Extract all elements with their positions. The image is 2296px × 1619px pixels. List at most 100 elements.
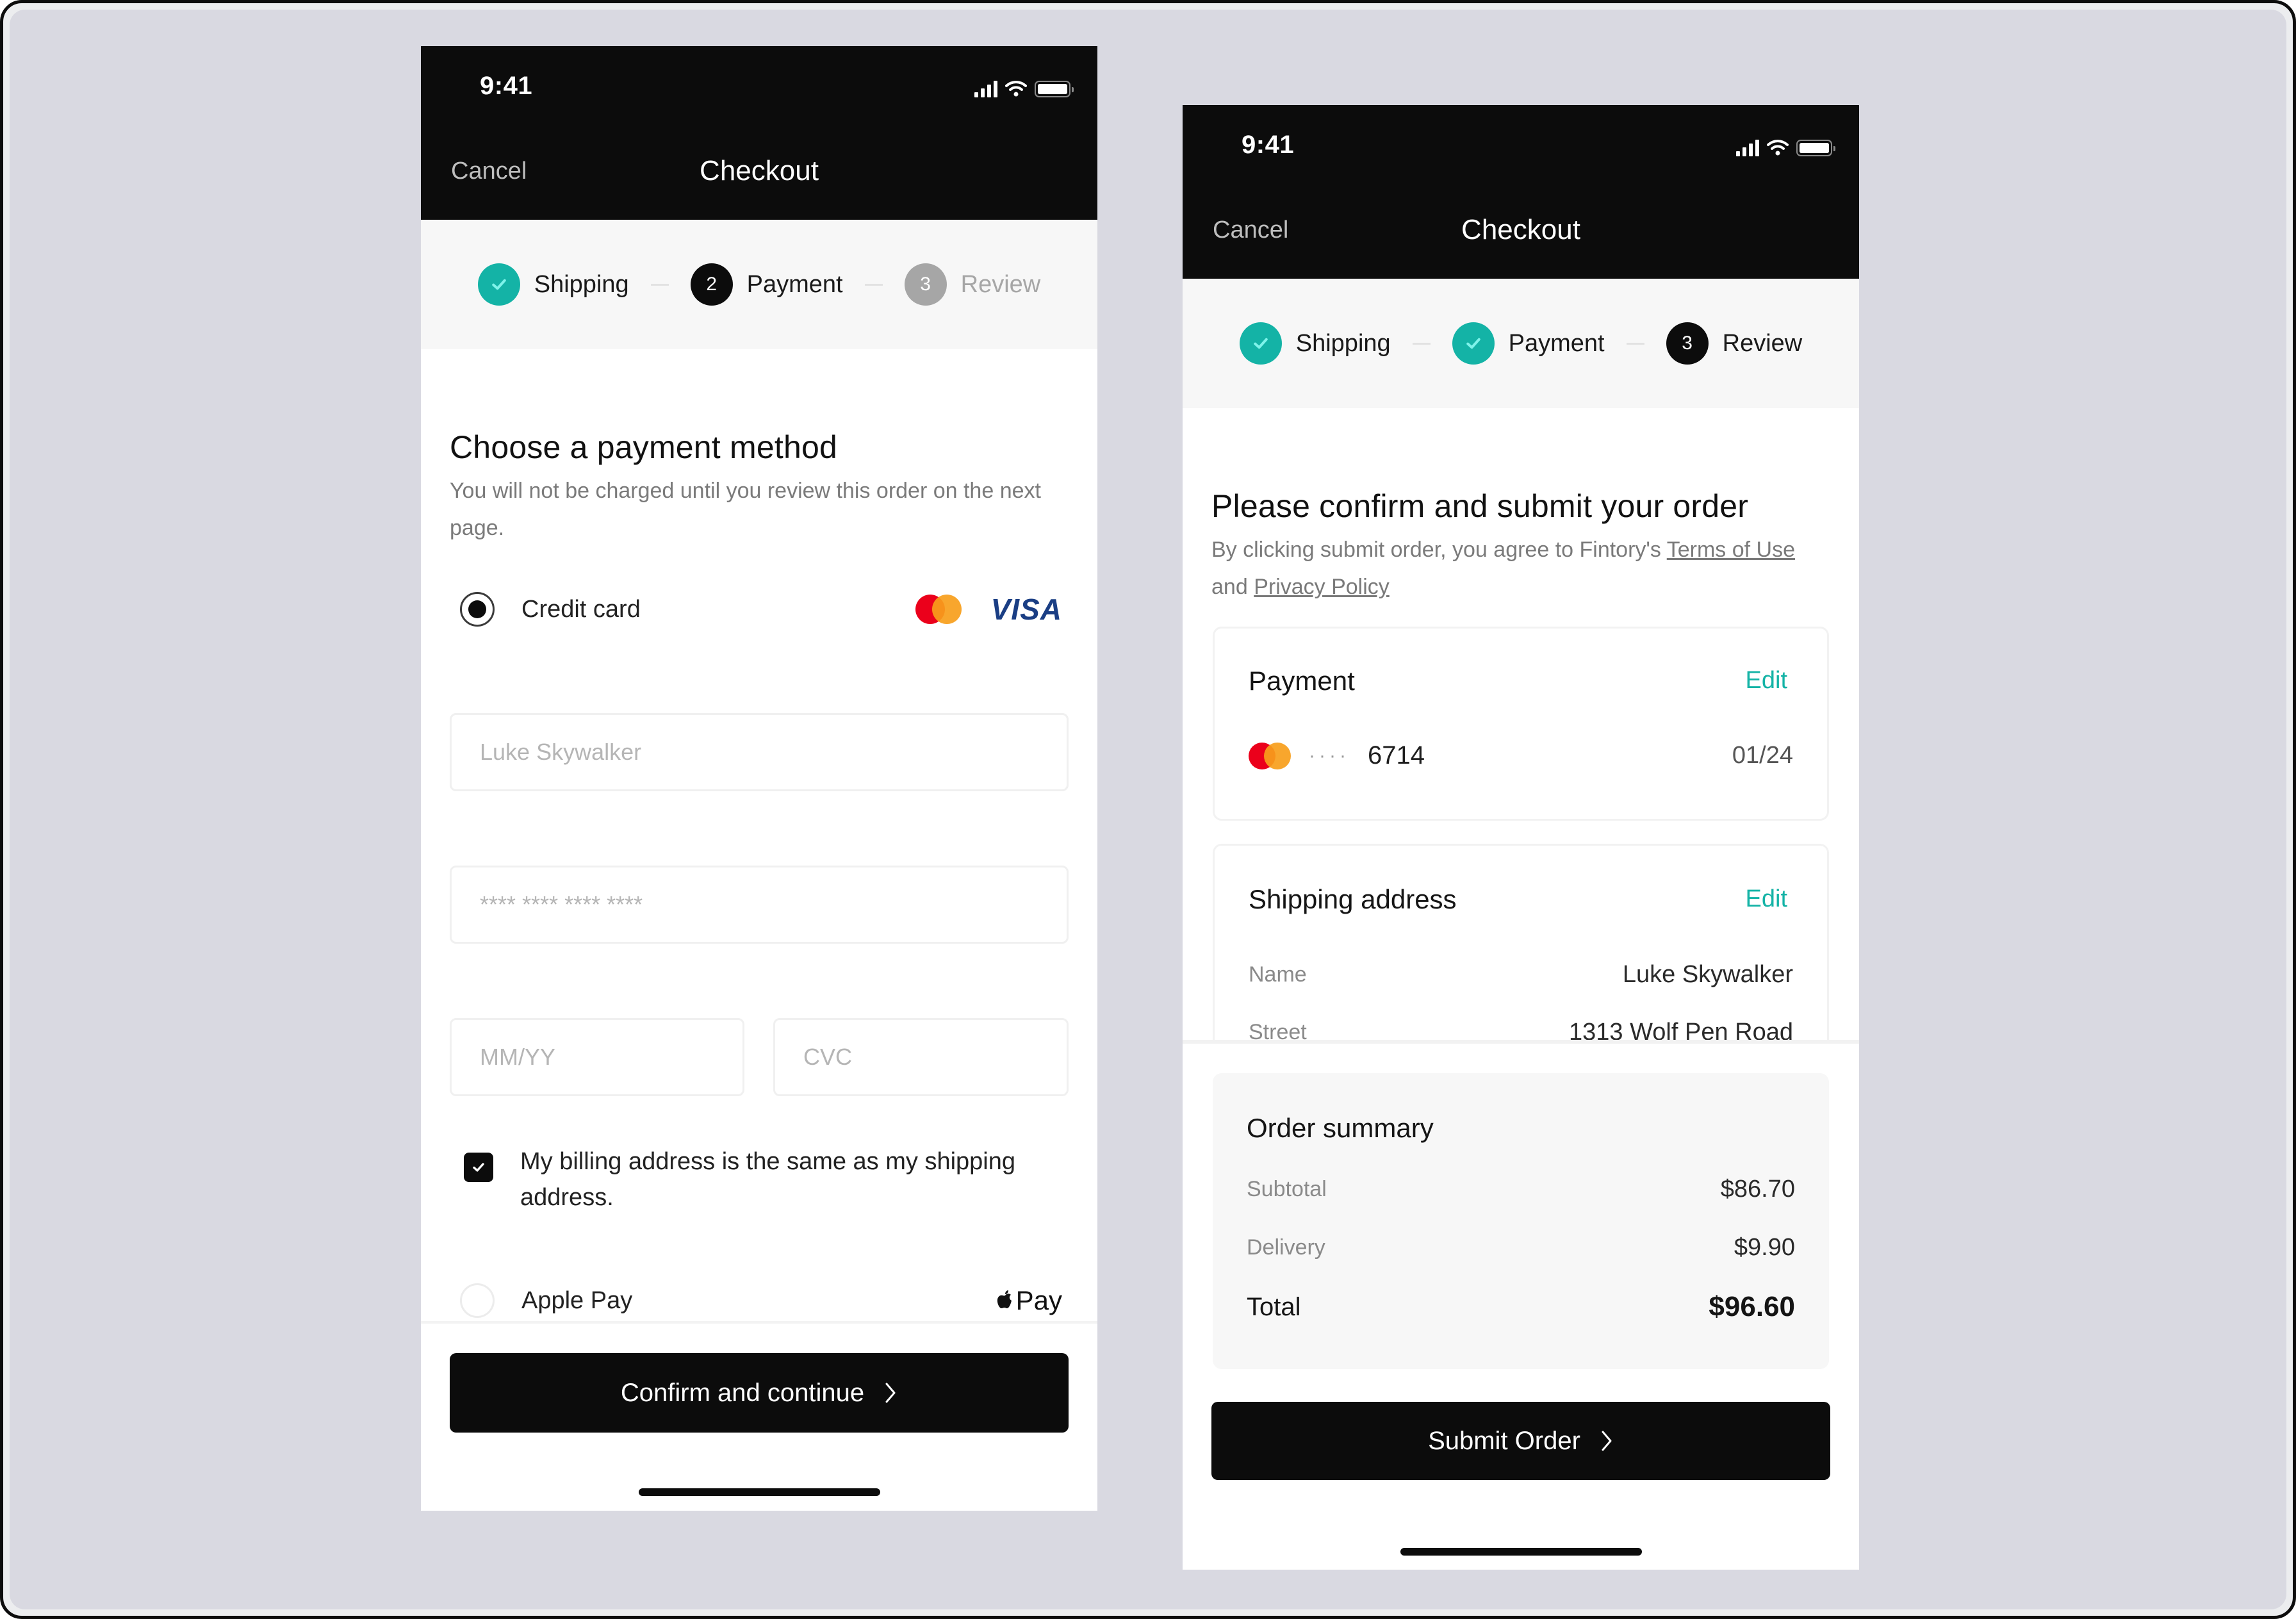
- step-payment[interactable]: Payment: [1452, 322, 1605, 365]
- section-subtitle: You will not be charged until you review…: [450, 479, 1041, 540]
- step-separator: [1626, 342, 1644, 345]
- row-key: Subtotal: [1247, 1177, 1327, 1201]
- apple-pay-logo: Pay: [996, 1285, 1062, 1316]
- signal-icon: [1736, 140, 1759, 156]
- signal-icon: [974, 81, 997, 97]
- terms-text: By clicking submit order, you agree to F…: [1211, 531, 1830, 605]
- name-on-card-input[interactable]: [480, 739, 1067, 766]
- billing-same-label: My billing address is the same as my shi…: [520, 1148, 1016, 1211]
- masked-dots: ····: [1309, 744, 1350, 766]
- option-label: Credit card: [521, 595, 641, 623]
- card-brand-logos: VISA: [915, 592, 1062, 627]
- card-title: Payment: [1249, 666, 1355, 696]
- edit-payment-link[interactable]: Edit: [1746, 667, 1787, 694]
- order-summary-title: Order summary: [1247, 1113, 1434, 1143]
- chevron-right-icon: [885, 1383, 896, 1403]
- step-label: Review: [960, 270, 1041, 298]
- apple-pay-text: Pay: [1015, 1285, 1062, 1315]
- step-separator: [650, 283, 669, 286]
- card-expiry: 01/24: [1732, 742, 1793, 769]
- check-icon: [477, 263, 520, 306]
- battery-icon: [1035, 81, 1074, 97]
- option-label: Apple Pay: [521, 1286, 633, 1314]
- submit-order-button[interactable]: Submit Order: [1211, 1402, 1830, 1480]
- home-indicator: [639, 1488, 880, 1496]
- check-icon: [473, 1163, 484, 1172]
- card-number-input[interactable]: [480, 891, 1067, 918]
- mastercard-icon: [1249, 742, 1291, 769]
- radio-selected[interactable]: [460, 592, 495, 627]
- address-row-name: Name Luke Skywalker: [1249, 961, 1793, 989]
- name-on-card-field[interactable]: [450, 713, 1069, 791]
- header: 9:41 Cancel Checkout: [421, 46, 1097, 220]
- status-icons: [974, 78, 1074, 97]
- step-label: Shipping: [534, 270, 629, 298]
- step-shipping[interactable]: Shipping: [1239, 322, 1391, 365]
- row-value: $9.90: [1734, 1234, 1795, 1261]
- review-screen: 9:41 Cancel Checkout Shipping Payment 3 …: [1183, 105, 1859, 1570]
- edit-shipping-link[interactable]: Edit: [1746, 885, 1787, 913]
- shipping-address-card: Shipping address Edit Name Luke Skywalke…: [1213, 844, 1829, 1062]
- step-separator: [864, 283, 883, 286]
- row-value: $96.60: [1709, 1291, 1795, 1322]
- step-payment[interactable]: 2 Payment: [690, 263, 843, 306]
- step-review[interactable]: 3 Review: [904, 263, 1041, 306]
- payment-option-credit-card[interactable]: Credit card VISA: [450, 587, 1069, 632]
- button-label: Confirm and continue: [620, 1378, 865, 1407]
- security-code-field[interactable]: [773, 1018, 1069, 1096]
- security-code-input[interactable]: [803, 1044, 1067, 1071]
- step-label: Payment: [746, 270, 843, 298]
- page-title: Checkout: [1461, 214, 1580, 245]
- battery-icon: [1796, 140, 1835, 156]
- step-review[interactable]: 3 Review: [1666, 322, 1803, 365]
- chevron-right-icon: [1602, 1431, 1612, 1451]
- status-time: 9:41: [1242, 131, 1295, 159]
- section-heading: Choose a payment method: [450, 429, 837, 465]
- check-icon: [1452, 322, 1495, 365]
- check-icon: [1239, 322, 1282, 365]
- row-key: Total: [1247, 1292, 1301, 1321]
- terms-prefix: By clicking submit order, you agree to F…: [1211, 538, 1667, 562]
- section-heading: Please confirm and submit your order: [1211, 488, 1749, 524]
- step-label: Shipping: [1295, 329, 1391, 357]
- status-icons: [1736, 137, 1835, 156]
- terms-middle: and: [1211, 575, 1254, 599]
- payment-method-row: ···· 6714 01/24: [1249, 741, 1793, 770]
- step-number-badge: 3: [904, 263, 947, 306]
- card-number-field[interactable]: [450, 866, 1069, 944]
- card-title: Shipping address: [1249, 884, 1457, 914]
- mastercard-icon: [915, 595, 962, 624]
- expiration-date-field[interactable]: [450, 1018, 744, 1096]
- button-label: Submit Order: [1428, 1426, 1580, 1455]
- header: 9:41 Cancel Checkout: [1183, 105, 1859, 279]
- card-last4: 6714: [1367, 741, 1425, 769]
- row-value: Luke Skywalker: [1622, 961, 1793, 988]
- masked-card: ···· 6714: [1249, 741, 1425, 770]
- payment-screen: 9:41 Cancel Checkout Shipping 2 Payment: [421, 46, 1097, 1511]
- step-label: Review: [1722, 329, 1803, 357]
- screenshot-frame: [0, 0, 2296, 1619]
- payment-summary-card: Payment Edit ···· 6714 01/24: [1213, 627, 1829, 821]
- step-shipping[interactable]: Shipping: [477, 263, 629, 306]
- terms-of-use-link[interactable]: Terms of Use: [1667, 538, 1795, 562]
- step-separator: [1412, 342, 1431, 345]
- billing-same-checkbox-row[interactable]: My billing address is the same as my shi…: [450, 1144, 1069, 1215]
- checkbox-checked[interactable]: [464, 1153, 493, 1182]
- step-number-badge: 3: [1666, 322, 1709, 365]
- confirm-and-continue-button[interactable]: Confirm and continue: [450, 1353, 1069, 1433]
- payment-intro: Choose a payment method You will not be …: [450, 395, 1069, 547]
- expiration-date-input[interactable]: [480, 1044, 742, 1071]
- wifi-icon: [1767, 140, 1789, 156]
- payment-option-apple-pay[interactable]: Apple Pay Pay: [450, 1278, 1069, 1323]
- footer-divider: [421, 1321, 1097, 1324]
- page-title: Checkout: [700, 155, 819, 186]
- privacy-policy-link[interactable]: Privacy Policy: [1254, 575, 1390, 599]
- order-summary: Order summary Subtotal $86.70 Delivery $…: [1213, 1073, 1829, 1369]
- visa-icon: VISA: [990, 593, 1062, 626]
- apple-icon: [997, 1290, 1012, 1308]
- total-row: Total $96.60: [1247, 1291, 1795, 1323]
- radio-unselected[interactable]: [460, 1283, 495, 1318]
- home-indicator: [1400, 1548, 1642, 1556]
- subtotal-row: Subtotal $86.70: [1247, 1176, 1795, 1203]
- row-key: Delivery: [1247, 1235, 1325, 1260]
